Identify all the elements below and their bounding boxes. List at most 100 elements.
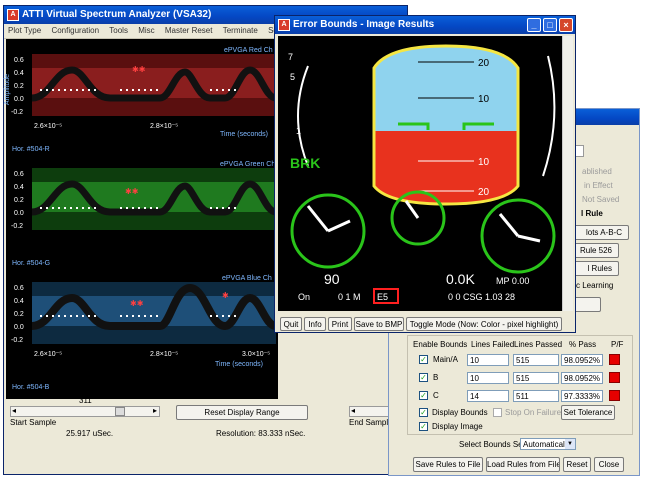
plot-green-label: Hor. #504-G bbox=[12, 260, 51, 267]
menu-plot-type[interactable]: Plot Type bbox=[4, 24, 45, 38]
print-button[interactable]: Print bbox=[328, 317, 352, 331]
rules-button[interactable]: l Rules bbox=[571, 261, 619, 276]
save-rules-button[interactable]: Save Rules to File bbox=[413, 457, 483, 472]
header-lines-passed: Lines Passed bbox=[514, 340, 563, 349]
menu-master-reset[interactable]: Master Reset bbox=[161, 24, 217, 38]
plot-blue-ytick-2: 0.2 bbox=[14, 311, 24, 318]
plot-green-ytick-3: 0.0 bbox=[14, 210, 24, 217]
row-b-pass: 98.0952% bbox=[561, 372, 603, 384]
plots-abc-button[interactable]: lots A-B-C bbox=[571, 225, 629, 240]
slider-right-arrow[interactable]: ▸ bbox=[153, 406, 157, 415]
start-sample-label: Start Sample bbox=[10, 418, 57, 427]
plot-ylabel-1: Amplitude bbox=[4, 73, 12, 106]
maximize-button[interactable]: □ bbox=[543, 18, 557, 32]
plot-blue: ✱✱ ✱ ePVGA Blue Ch 0.6 0.4 0.2 0.0 -0.2 … bbox=[11, 275, 276, 368]
plot-blue-label: Hor. #504-B bbox=[12, 384, 50, 391]
row-b-name: B bbox=[433, 373, 439, 382]
slider-left-arrow[interactable]: ◂ bbox=[12, 406, 16, 415]
end-sample-label: End Sample bbox=[349, 418, 393, 427]
plot-blue-ytick-0: 0.6 bbox=[14, 285, 24, 292]
menu-configuration[interactable]: Configuration bbox=[47, 24, 103, 38]
minimize-button[interactable]: _ bbox=[527, 18, 541, 32]
plot-blue-xlabel: Time (seconds) bbox=[215, 361, 263, 368]
plot-green: ✱✱ ePVGA Green Ch 0.6 0.4 0.2 0.0 -0.2 bbox=[11, 161, 276, 230]
dropdown-arrow-icon[interactable]: ▼ bbox=[565, 439, 575, 449]
row-main-pf bbox=[609, 354, 620, 365]
pitch-label-20d: 20 bbox=[478, 187, 490, 198]
row-main-pass: 98.0952% bbox=[561, 354, 603, 366]
row-main-name: Main/A bbox=[433, 355, 458, 364]
plot-green-ytick-2: 0.2 bbox=[14, 197, 24, 204]
plot-red-channel: ePVGA Red Ch bbox=[224, 47, 273, 54]
plot-red-xtick-1: 2.8×10⁻⁵ bbox=[150, 123, 178, 130]
info-button[interactable]: Info bbox=[304, 317, 326, 331]
plot-red-ytick-1: 0.4 bbox=[14, 70, 24, 77]
window-close-button[interactable]: × bbox=[559, 18, 573, 32]
plot-red-marker: ✱✱ bbox=[132, 65, 146, 74]
set-tolerance-button[interactable]: Set Tolerance bbox=[561, 405, 615, 420]
enable-main-checkbox[interactable]: ✓ bbox=[419, 355, 428, 364]
plot-blue-channel: ePVGA Blue Ch bbox=[222, 275, 272, 282]
plot-green-marker: ✱✱ bbox=[125, 187, 139, 196]
reset-display-range-button[interactable]: Reset Display Range bbox=[176, 405, 308, 420]
enable-b-checkbox[interactable]: ✓ bbox=[419, 373, 428, 382]
end-slider[interactable]: ◂ bbox=[349, 406, 389, 417]
attitude-sky bbox=[374, 46, 518, 131]
display-bounds-label: Display Bounds bbox=[432, 408, 488, 417]
display-bounds-checkbox[interactable]: ✓ bbox=[419, 408, 428, 417]
enable-c-checkbox[interactable]: ✓ bbox=[419, 391, 428, 400]
save-to-bmp-button[interactable]: Save to BMP bbox=[354, 317, 404, 331]
toggle-mode-button[interactable]: Toggle Mode (Now: Color - pixel highligh… bbox=[406, 317, 562, 331]
reset-button[interactable]: Reset bbox=[563, 457, 591, 472]
error-bounds-title-bar[interactable]: A Error Bounds - Image Results _ □ × bbox=[275, 16, 575, 34]
error-bounds-title: Error Bounds - Image Results bbox=[293, 19, 435, 30]
left-tape-1: 1 bbox=[296, 126, 301, 136]
load-rules-button[interactable]: Load Rules from File bbox=[486, 457, 560, 472]
learning-label: c Learning bbox=[576, 281, 614, 290]
rule-label: l Rule bbox=[581, 209, 603, 218]
plot-blue-xtick-2: 3.0×10⁻⁵ bbox=[242, 351, 270, 358]
mp-readout: MP 0.00 bbox=[496, 276, 529, 286]
slider-thumb[interactable] bbox=[115, 407, 125, 416]
plot-blue-ytick-3: 0.0 bbox=[14, 324, 24, 331]
plot-red-ytick-2: 0.2 bbox=[14, 83, 24, 90]
header-pass-pct: % Pass bbox=[569, 340, 597, 349]
plot-green-channel: ePVGA Green Ch bbox=[220, 161, 275, 168]
plot-blue-marker-2: ✱ bbox=[222, 291, 229, 300]
vertical-scrollbar[interactable] bbox=[562, 36, 573, 311]
status-not-saved: Not Saved bbox=[582, 195, 620, 204]
select-bounds-set-dropdown[interactable]: Automatically ▼ bbox=[520, 438, 576, 450]
start-slider-value: 311 bbox=[79, 396, 92, 405]
stop-on-failure-checkbox bbox=[493, 408, 502, 417]
csg-readout: 0 0 CSG 1.03 28 bbox=[448, 292, 515, 302]
plot-blue-xtick-1: 2.8×10⁻⁵ bbox=[150, 351, 178, 358]
start-slider[interactable]: ◂ ▸ bbox=[10, 406, 160, 417]
plot-blue-ytick-1: 0.4 bbox=[14, 298, 24, 305]
plot-red-ytick-3: 0.0 bbox=[14, 96, 24, 103]
end-slider-left-arrow[interactable]: ◂ bbox=[351, 406, 355, 415]
plot-red: ✱✱ ePVGA Red Ch 0.6 0.4 0.2 0.0 -0.2 2.6… bbox=[11, 47, 276, 138]
menu-misc[interactable]: Misc bbox=[134, 24, 158, 38]
app-icon: A bbox=[7, 9, 19, 21]
hud-image: 20 10 10 20 7 5 1 BRK 90 0.0K MP 0.00 On… bbox=[278, 36, 563, 311]
row-b-pf bbox=[609, 372, 620, 383]
display-image-label: Display Image bbox=[432, 422, 483, 431]
analyzer-title: ATTI Virtual Spectrum Analyzer (VSA32) bbox=[22, 9, 212, 20]
rule-526-button[interactable]: Rule 526 bbox=[571, 243, 619, 258]
row-b-failed: 10 bbox=[467, 372, 509, 384]
stop-on-failure-label: Stop On Failure bbox=[505, 408, 562, 417]
quit-button[interactable]: Quit bbox=[280, 317, 302, 331]
status-on: On bbox=[298, 292, 310, 302]
pitch-label-20u: 20 bbox=[478, 58, 490, 69]
select-bounds-set-value: Automatically bbox=[523, 440, 571, 449]
plot-red-xlabel: Time (seconds) bbox=[220, 131, 268, 138]
display-image-checkbox[interactable]: ✓ bbox=[419, 422, 428, 431]
menu-tools[interactable]: Tools bbox=[105, 24, 132, 38]
row-main-passed: 515 bbox=[513, 354, 559, 366]
row-b-passed: 515 bbox=[513, 372, 559, 384]
plot-red-ytick-0: 0.6 bbox=[14, 57, 24, 64]
menu-terminate[interactable]: Terminate bbox=[219, 24, 262, 38]
app-icon: A bbox=[278, 19, 290, 31]
close-button[interactable]: Close bbox=[594, 457, 624, 472]
resolution-label: Resolution: 83.333 nSec. bbox=[216, 429, 306, 438]
